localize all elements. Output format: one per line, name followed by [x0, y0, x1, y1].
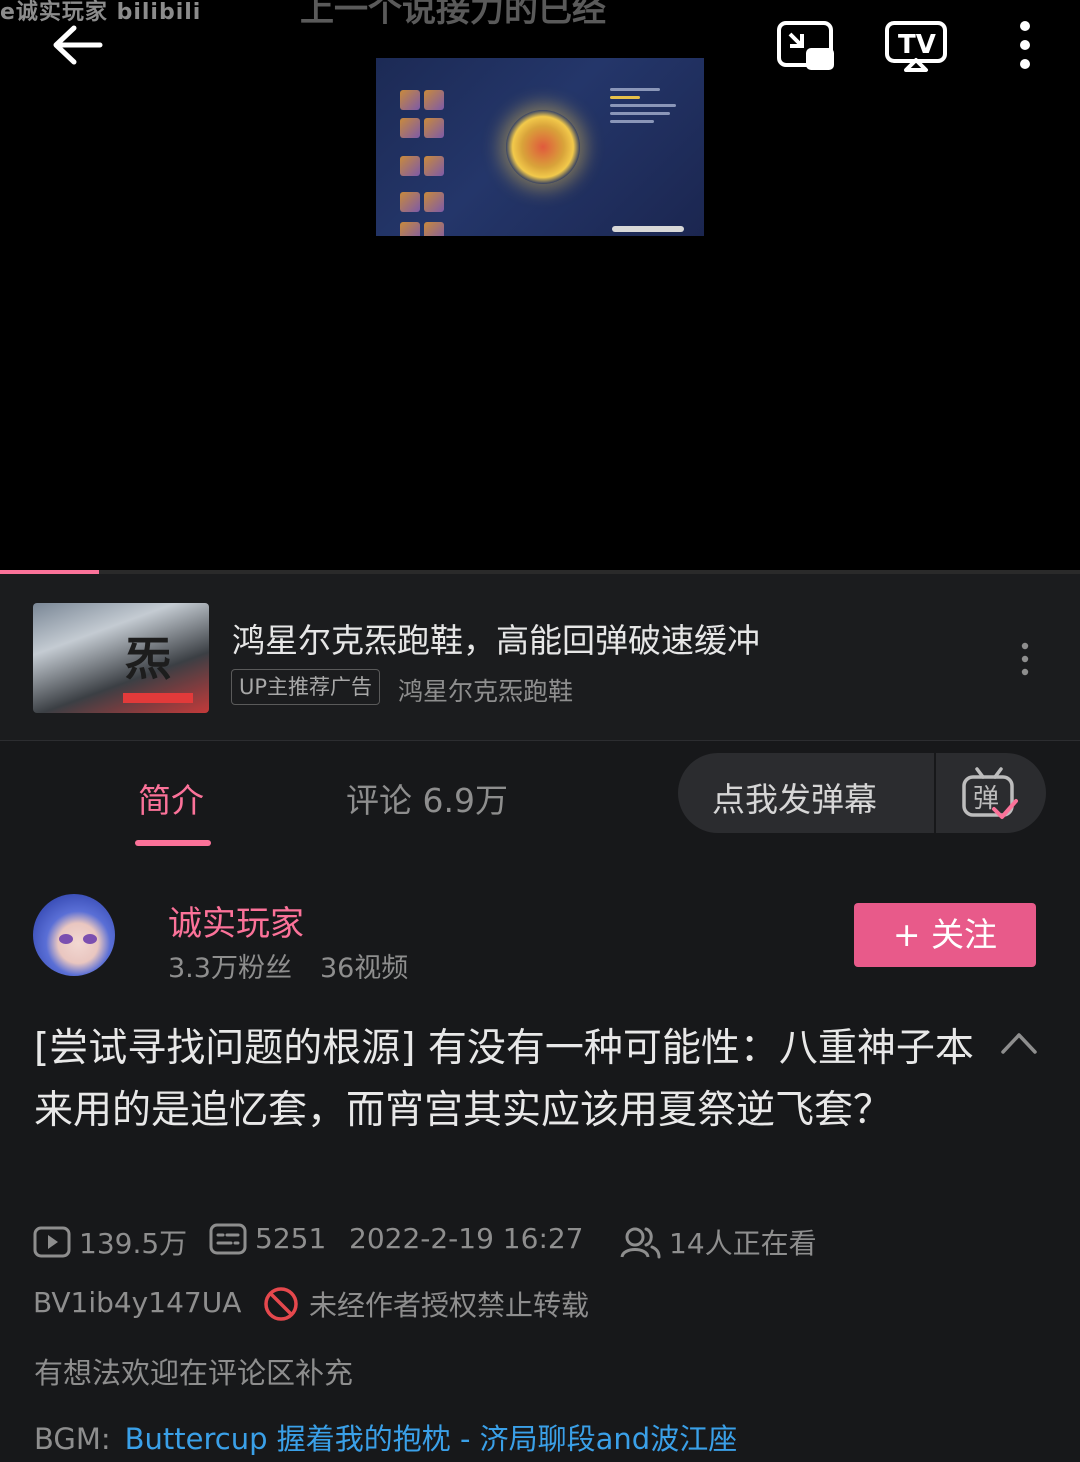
reprint-notice: 未经作者授权禁止转载 [263, 1284, 589, 1324]
avatar-eye-right [83, 934, 97, 944]
uploader-avatar[interactable] [33, 894, 115, 976]
danmaku-count-value: 5251 [255, 1222, 327, 1255]
back-arrow-icon[interactable] [50, 22, 104, 68]
tab-active-indicator [135, 840, 211, 846]
watching-people-icon [620, 1227, 661, 1259]
video-frame [376, 58, 704, 236]
uploader-name[interactable]: 诚实玩家 [168, 896, 304, 945]
watching-now-value: 14人正在看 [669, 1227, 817, 1260]
ad-thumbnail[interactable]: 炁 [33, 603, 209, 713]
detail-tabs: 简介 评论 6.9万 点我发弹幕 弹 [0, 741, 1080, 849]
frame-artifact-list [398, 72, 448, 236]
chevron-up-icon[interactable] [1000, 1030, 1038, 1056]
uploader-stats: 3.3万粉丝 36视频 [168, 946, 408, 985]
danmaku-toggle-icon[interactable]: 弹 [960, 765, 1018, 823]
play-count-icon [33, 1226, 71, 1258]
danmaku-count-icon [209, 1223, 247, 1254]
bgm-line: BGM: Buttercup 握着我的抱枕 - 济局聊段and波江座 [34, 1416, 737, 1458]
view-count: 139.5万 [33, 1222, 187, 1262]
tab-comments[interactable]: 评论 6.9万 [346, 774, 508, 822]
uploader-fans: 3.3万粉丝 [168, 953, 292, 984]
video-stats-row: 139.5万 5251 2022-2-19 16:27 14人正在看 [33, 1218, 1053, 1262]
frame-button [612, 226, 684, 232]
avatar-eye-left [59, 934, 73, 944]
follow-button[interactable]: + 关注 [854, 903, 1036, 967]
danmaku-count: 5251 [209, 1222, 326, 1255]
ad-badge: UP主推荐广告 [231, 669, 381, 705]
danmaku-input[interactable]: 点我发弹幕 弹 [678, 753, 1046, 833]
svg-text:TV: TV [898, 30, 936, 60]
reprint-notice-text: 未经作者授权禁止转载 [309, 1289, 590, 1322]
frame-artifact-orb [506, 110, 580, 184]
picture-in-picture-icon[interactable] [776, 20, 836, 72]
ad-thumbnail-banner [123, 693, 193, 703]
bgm-label: BGM: [34, 1422, 111, 1456]
more-options-icon[interactable] [1012, 20, 1038, 72]
ad-card[interactable]: 炁 鸿星尔克炁跑鞋，高能回弹破速缓冲 UP主推荐广告 鸿星尔克炁跑鞋 [0, 574, 1080, 741]
ad-title[interactable]: 鸿星尔克炁跑鞋，高能回弹破速缓冲 [232, 614, 760, 662]
tab-intro[interactable]: 简介 [138, 774, 204, 822]
bvid[interactable]: BV1ib4y147UA [33, 1286, 241, 1319]
bgm-link[interactable]: Buttercup 握着我的抱枕 - 济局聊段and波江座 [125, 1422, 738, 1456]
video-overlay-title: 上一个说接力的已经 [300, 0, 606, 30]
no-reprint-icon [264, 1287, 298, 1321]
danmaku-divider [934, 753, 936, 833]
frame-artifact-details [610, 88, 680, 148]
publish-date: 2022-2-19 16:27 [349, 1222, 584, 1255]
watching-now: 14人正在看 [619, 1222, 817, 1262]
uploader-video-count: 36视频 [319, 953, 409, 984]
video-description: 有想法欢迎在评论区补充 [34, 1356, 354, 1390]
danmaku-placeholder[interactable]: 点我发弹幕 [712, 773, 877, 821]
video-title: [尝试寻找问题的根源] 有没有一种可能性：八重神子本来用的是追忆套，而宵宫其实应… [34, 1026, 974, 1133]
view-count-value: 139.5万 [79, 1227, 188, 1260]
ad-brand: 鸿星尔克炁跑鞋 [398, 677, 574, 706]
ad-more-icon[interactable] [1016, 642, 1034, 676]
video-player[interactable]: e诚实玩家 bilibili 上一个说接力的已经 TV [0, 0, 1080, 574]
cast-tv-icon[interactable]: TV [884, 20, 948, 72]
ad-thumbnail-mark: 炁 [125, 632, 171, 686]
